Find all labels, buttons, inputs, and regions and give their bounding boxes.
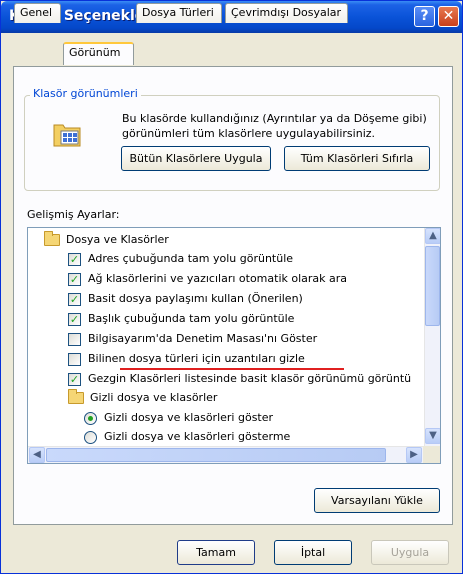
option-label: Başlık çubuğunda tam yolu görüntüle xyxy=(88,312,295,325)
tree-node-label: Dosya ve Klasörler xyxy=(66,233,169,246)
folder-views-legend: Klasör görünümleri xyxy=(30,87,141,100)
apply-to-all-folders-button[interactable]: Bütün Klasörlere Uygula xyxy=(121,146,271,171)
tab-file-types[interactable]: Dosya Türleri xyxy=(136,3,222,23)
reset-all-folders-button[interactable]: Tüm Klasörleri Sıfırla xyxy=(284,146,430,171)
help-button[interactable]: ? xyxy=(414,6,435,27)
checkbox[interactable]: ✓ xyxy=(68,313,81,326)
option-label: Gizli dosya ve klasörleri gösterme xyxy=(104,430,291,443)
tree-node-label: Gizli dosya ve klasörler xyxy=(90,391,218,404)
folder-views-group xyxy=(24,95,440,191)
folder-icon xyxy=(44,231,60,246)
tab-view[interactable]: Görünüm xyxy=(63,42,134,65)
option-label: Bilgisayarım'da Denetim Masası'nı Göster xyxy=(88,332,318,345)
vertical-scrollbar[interactable]: ▲ ▼ xyxy=(424,228,440,446)
close-button[interactable]: ✕ xyxy=(438,6,459,27)
ok-button[interactable]: Tamam xyxy=(177,540,255,565)
tab-offline-files[interactable]: Çevrimdışı Dosyalar xyxy=(225,3,348,23)
folder-grid-icon xyxy=(53,124,81,147)
scroll-corner xyxy=(423,446,440,463)
horizontal-scroll-thumb[interactable] xyxy=(46,448,386,462)
option-label: Adres çubuğunda tam yolu görüntüle xyxy=(88,252,294,265)
checkbox[interactable] xyxy=(68,333,81,346)
vertical-scroll-thumb[interactable] xyxy=(425,246,440,326)
advanced-settings-list[interactable]: Dosya ve Klasörler ✓ Adres çubuğunda tam… xyxy=(27,227,441,464)
checkbox[interactable] xyxy=(68,353,81,366)
option-label: Basit dosya paylaşımı kullan (Önerilen) xyxy=(88,292,303,305)
radio-button[interactable] xyxy=(84,412,97,425)
tab-general[interactable]: Genel xyxy=(14,3,61,23)
option-label: Ağ klasörlerini ve yazıcıları otomatik o… xyxy=(88,272,348,285)
option-label: Gezgin Klasörleri listesinde basit klasö… xyxy=(88,372,412,385)
option-label: Bilinen dosya türleri için uzantıları gi… xyxy=(88,352,305,365)
option-label: Gizli dosya ve klasörleri göster xyxy=(104,411,274,424)
restore-defaults-button[interactable]: Varsayılanı Yükle xyxy=(314,488,440,513)
checkbox[interactable]: ✓ xyxy=(68,253,81,266)
folder-views-description: Bu klasörde kullandığınız (Ayrıntılar ya… xyxy=(122,112,427,140)
apply-button[interactable]: Uygula xyxy=(371,540,449,565)
advanced-settings-label: Gelişmiş Ayarlar: xyxy=(27,208,120,221)
scroll-down-icon[interactable]: ▼ xyxy=(425,428,440,444)
scroll-right-icon[interactable]: ▶ xyxy=(406,447,422,463)
checkbox[interactable]: ✓ xyxy=(68,273,81,286)
scroll-up-icon[interactable]: ▲ xyxy=(425,228,440,244)
checkbox[interactable]: ✓ xyxy=(68,293,81,306)
folder-icon xyxy=(68,389,84,404)
cancel-button[interactable]: İptal xyxy=(274,540,352,565)
radio-button[interactable] xyxy=(84,431,97,444)
checkbox[interactable]: ✓ xyxy=(68,373,81,386)
scroll-left-icon[interactable]: ◀ xyxy=(29,447,45,463)
horizontal-scrollbar[interactable]: ◀ ▶ xyxy=(28,446,424,463)
folder-options-window: Klasör Seçenekleri ? ✕ Genel Görünüm Dos… xyxy=(0,0,463,574)
